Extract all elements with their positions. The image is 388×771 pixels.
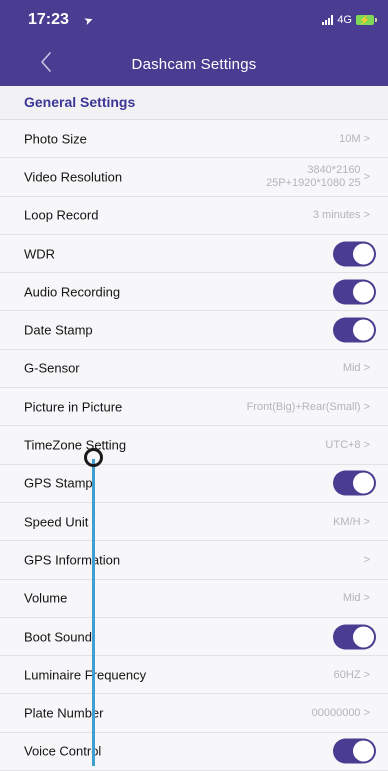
chevron-right-icon: > <box>363 515 370 528</box>
toggle-knob <box>353 740 374 762</box>
setting-value: Front(Big)+Rear(Small) > <box>247 401 370 413</box>
setting-value-text: Mid <box>342 592 361 605</box>
setting-value-text: Front(Big)+Rear(Small) <box>246 400 361 413</box>
setting-row-plate-number[interactable]: Plate Number 00000000 > <box>0 694 388 733</box>
setting-value: Mid > <box>343 592 370 604</box>
toggle-switch[interactable] <box>333 317 376 343</box>
setting-value-text: KM/H <box>333 515 361 528</box>
location-arrow-icon: ➤ <box>82 13 96 29</box>
toggle-switch[interactable] <box>333 279 376 305</box>
section-header-general: General Settings <box>0 86 388 120</box>
setting-label: Voice Control <box>24 743 102 759</box>
settings-list: Photo Size 10M > Video Resolution 3840*2160 2… <box>0 120 388 771</box>
chevron-right-icon: > <box>363 170 370 183</box>
chevron-right-icon: > <box>363 592 370 605</box>
setting-row-photo-size[interactable]: Photo Size 10M > <box>0 120 388 159</box>
setting-row-gps-stamp[interactable]: GPS Stamp <box>0 465 388 503</box>
setting-value-line: 25P+1920*1080 25 <box>266 176 361 189</box>
status-right: 4G ⚡ <box>322 14 377 26</box>
setting-row-volume[interactable]: Volume Mid > <box>0 580 388 618</box>
setting-row-date-stamp[interactable]: Date Stamp <box>0 311 388 350</box>
chevron-right-icon: > <box>363 209 370 222</box>
setting-value: 10M > <box>339 133 370 145</box>
setting-row-voice-control[interactable]: Voice Control <box>0 733 388 771</box>
chevron-right-icon: > <box>363 553 370 566</box>
toggle-switch[interactable] <box>333 624 376 649</box>
setting-value: 3840*2160 25P+1920*1080 25 > <box>266 164 370 190</box>
setting-label: TimeZone Setting <box>24 437 127 453</box>
setting-value-text: 00000000 <box>311 707 361 720</box>
setting-row-audio-recording[interactable]: Audio Recording <box>0 273 388 312</box>
setting-row-video-resolution[interactable]: Video Resolution 3840*2160 25P+1920*1080 2… <box>0 158 388 197</box>
toggle-knob <box>353 243 374 265</box>
navigation-bar: Dashcam Settings <box>0 42 388 86</box>
toggle-switch[interactable] <box>333 738 376 764</box>
setting-label: Speed Unit <box>24 514 89 530</box>
chevron-right-icon: > <box>363 362 370 375</box>
signal-icon <box>322 15 334 25</box>
toggle-knob <box>353 319 374 341</box>
app-header: 17:23 ➤ 4G ⚡ Dashcam Settings <box>0 0 388 86</box>
setting-value: 60HZ > <box>334 669 370 681</box>
setting-row-timezone-setting[interactable]: TimeZone Setting UTC+8 > <box>0 426 388 465</box>
page-title: Dashcam Settings <box>131 56 257 73</box>
setting-label: G-Sensor <box>24 360 80 376</box>
chevron-right-icon: > <box>363 400 370 413</box>
setting-row-gps-information[interactable]: GPS Information > <box>0 541 388 580</box>
setting-value: KM/H > <box>333 516 370 528</box>
setting-label: GPS Stamp <box>24 475 93 491</box>
setting-label: Audio Recording <box>24 284 121 300</box>
setting-row-boot-sound[interactable]: Boot Sound <box>0 618 388 657</box>
setting-value-lines: 3840*2160 25P+1920*1080 25 <box>266 164 361 190</box>
setting-value-text: 60HZ <box>333 668 361 681</box>
setting-value: 00000000 > <box>312 707 370 719</box>
status-bar: 17:23 ➤ 4G ⚡ <box>0 0 388 42</box>
setting-label: Loop Record <box>24 207 99 223</box>
drag-path-line <box>92 459 95 766</box>
toggle-switch[interactable] <box>333 470 376 496</box>
setting-row-picture-in-picture[interactable]: Picture in Picture Front(Big)+Rear(Small)… <box>0 388 388 427</box>
setting-label: Luminaire Frequency <box>24 667 147 683</box>
setting-label: Volume <box>24 590 68 606</box>
chevron-right-icon: > <box>363 132 370 145</box>
setting-label: WDR <box>24 246 56 262</box>
setting-row-speed-unit[interactable]: Speed Unit KM/H > <box>0 503 388 542</box>
setting-row-wdr[interactable]: WDR <box>0 235 388 274</box>
battery-charging-icon: ⚡ <box>356 15 377 25</box>
toggle-knob <box>353 281 374 303</box>
setting-value-text: Mid <box>342 362 361 375</box>
setting-value-text: 10M <box>339 132 361 145</box>
setting-value: Mid > <box>343 362 370 374</box>
setting-value: 3 minutes > <box>313 209 370 221</box>
setting-value-text: 3 minutes <box>312 209 361 222</box>
setting-value: > <box>361 554 370 566</box>
setting-value-line: 3840*2160 <box>307 163 361 176</box>
setting-value-text: UTC+8 <box>325 439 361 452</box>
setting-label: Boot Sound <box>24 629 92 644</box>
toggle-switch[interactable] <box>333 241 376 267</box>
chevron-right-icon: > <box>363 668 370 681</box>
setting-row-luminaire-frequency[interactable]: Luminaire Frequency 60HZ > <box>0 656 388 695</box>
drag-handle[interactable] <box>84 448 103 467</box>
chevron-right-icon: > <box>363 707 370 720</box>
setting-label: Picture in Picture <box>24 399 123 415</box>
setting-label: Photo Size <box>24 131 87 147</box>
setting-label: GPS Information <box>24 552 121 568</box>
status-time: 17:23 <box>28 11 69 28</box>
setting-row-loop-record[interactable]: Loop Record 3 minutes > <box>0 197 388 235</box>
setting-value: UTC+8 > <box>325 439 370 451</box>
setting-label: Date Stamp <box>24 322 93 338</box>
setting-label: Video Resolution <box>24 169 123 185</box>
toggle-knob <box>353 626 374 647</box>
toggle-knob <box>353 472 374 494</box>
network-label: 4G <box>337 14 352 26</box>
setting-row-g-sensor[interactable]: G-Sensor Mid > <box>0 350 388 389</box>
chevron-right-icon: > <box>363 439 370 452</box>
